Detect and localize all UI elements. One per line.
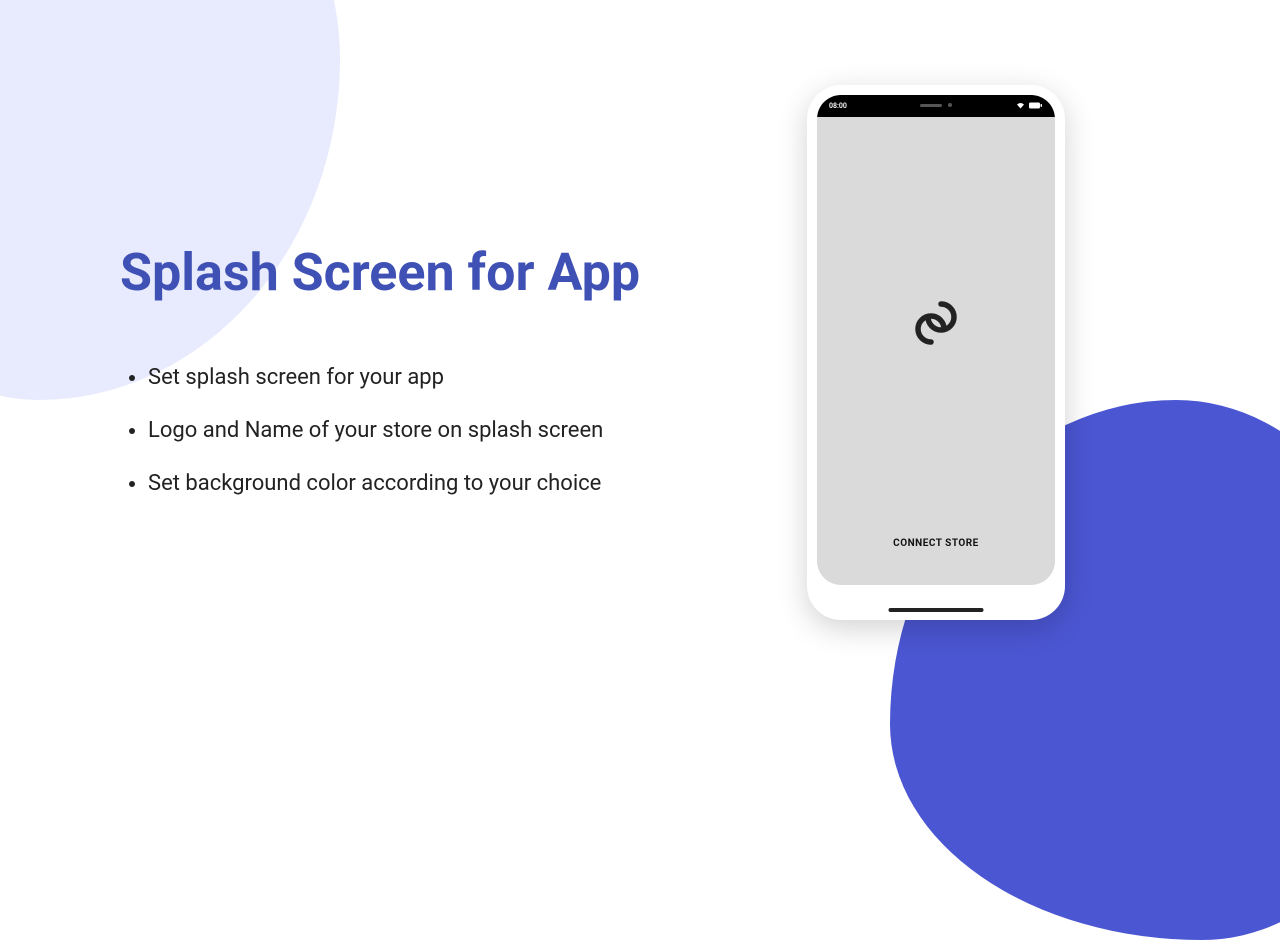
list-item: Set background color according to your c… [148, 471, 640, 496]
page-heading: Splash Screen for App [120, 242, 640, 303]
phone-notch [920, 103, 952, 107]
home-indicator [889, 608, 984, 612]
speaker-icon [920, 104, 942, 107]
status-time: 08:00 [829, 102, 847, 110]
phone-frame: 08:00 [807, 85, 1065, 620]
store-name-label: CONNECT STORE [817, 538, 1055, 549]
phone-status-bar: 08:00 [817, 95, 1055, 117]
camera-icon [948, 103, 952, 107]
list-item: Logo and Name of your store on splash sc… [148, 418, 640, 443]
list-item: Set splash screen for your app [148, 365, 640, 390]
phone-mockup: 08:00 [807, 85, 1065, 620]
text-content: Splash Screen for App Set splash screen … [120, 242, 640, 524]
status-right [1016, 102, 1043, 111]
wifi-icon [1016, 102, 1025, 111]
feature-bullets: Set splash screen for your app Logo and … [120, 365, 640, 496]
phone-screen: 08:00 [817, 95, 1055, 585]
battery-icon [1029, 102, 1043, 111]
store-logo-icon [914, 300, 958, 350]
